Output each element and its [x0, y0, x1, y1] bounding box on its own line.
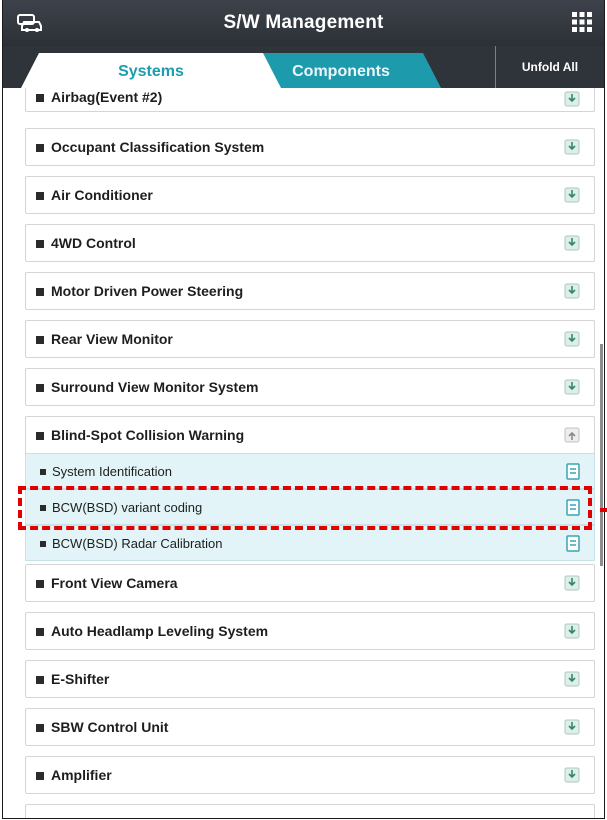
download-icon[interactable] — [564, 575, 580, 591]
page-title: S/W Management — [223, 12, 384, 33]
bullet-icon — [36, 772, 44, 780]
download-icon[interactable] — [564, 91, 580, 107]
document-icon[interactable] — [566, 535, 580, 552]
highlight-pointer — [600, 508, 607, 512]
sub-item-label: BCW(BSD) Radar Calibration — [52, 536, 223, 551]
item-label: Surround View Monitor System — [51, 379, 259, 395]
download-icon[interactable] — [564, 379, 580, 395]
item-label: Airbag(Event #2) — [51, 89, 163, 105]
item-label: E-Shifter — [51, 671, 110, 687]
app-header: S/W Management — [3, 0, 604, 46]
list-item-4wd-control[interactable]: 4WD Control — [25, 224, 595, 262]
item-label: Occupant Classification System — [51, 139, 265, 155]
list-item-amplifier[interactable]: Amplifier — [25, 756, 595, 794]
download-icon[interactable] — [564, 331, 580, 347]
bullet-icon — [36, 580, 44, 588]
sub-item-bcw-radar-calibration[interactable]: BCW(BSD) Radar Calibration — [25, 525, 595, 561]
item-label: Rear View Monitor — [51, 331, 173, 347]
download-icon[interactable] — [564, 767, 580, 783]
sub-item-label: BCW(BSD) variant coding — [52, 500, 203, 515]
sub-item-system-identification[interactable]: System Identification — [25, 453, 595, 489]
bullet-icon — [36, 724, 44, 732]
item-label: Auto Headlamp Leveling System — [51, 623, 269, 639]
systems-list: Airbag(Event #2) Occupant Classification… — [25, 88, 597, 818]
bullet-icon — [36, 94, 44, 102]
tab-bar: Components Systems Unfold All — [3, 46, 604, 88]
bullet-icon — [36, 432, 44, 440]
download-icon[interactable] — [564, 139, 580, 155]
download-icon[interactable] — [564, 283, 580, 299]
download-icon[interactable] — [564, 623, 580, 639]
download-icon[interactable] — [564, 719, 580, 735]
bullet-icon — [36, 336, 44, 344]
collapse-icon[interactable] — [564, 427, 580, 443]
list-item-blind-spot-collision-warning[interactable]: Blind-Spot Collision Warning — [25, 416, 595, 454]
bullet-icon — [36, 240, 44, 248]
item-label: Front View Camera — [51, 575, 178, 591]
bullet-icon — [36, 288, 44, 296]
list-item-auto-headlamp-leveling[interactable]: Auto Headlamp Leveling System — [25, 612, 595, 650]
item-label: Motor Driven Power Steering — [51, 283, 244, 299]
item-label: Air Conditioner — [51, 187, 153, 203]
document-icon[interactable] — [566, 463, 580, 480]
unfold-all-button[interactable]: Unfold All — [495, 46, 604, 88]
document-icon[interactable] — [566, 499, 580, 516]
bullet-icon — [40, 541, 46, 547]
bullet-icon — [36, 628, 44, 636]
list-item-mdps[interactable]: Motor Driven Power Steering — [25, 272, 595, 310]
grid-menu-icon[interactable] — [572, 12, 592, 32]
bullet-icon — [36, 144, 44, 152]
download-icon[interactable] — [564, 235, 580, 251]
bullet-icon — [36, 192, 44, 200]
sub-item-bcw-variant-coding[interactable]: BCW(BSD) variant coding — [25, 489, 595, 525]
list-item-rear-view-monitor[interactable]: Rear View Monitor — [25, 320, 595, 358]
list-item-airbag[interactable]: Airbag(Event #2) — [25, 88, 595, 112]
sub-item-label: System Identification — [52, 464, 172, 479]
list-item-front-view-camera[interactable]: Front View Camera — [25, 564, 595, 602]
item-label: SBW Control Unit — [51, 719, 169, 735]
download-icon[interactable] — [564, 671, 580, 687]
item-label: Blind-Spot Collision Warning — [51, 427, 245, 443]
list-item-e-shifter[interactable]: E-Shifter — [25, 660, 595, 698]
list-item-sbw-control-unit[interactable]: SBW Control Unit — [25, 708, 595, 746]
tab-systems[interactable]: Systems — [21, 53, 281, 88]
app-window: S/W Management Components Systems Unfold… — [2, 0, 605, 819]
bullet-icon — [40, 469, 46, 475]
download-icon[interactable] — [564, 187, 580, 203]
bullet-icon — [36, 676, 44, 684]
bullet-icon — [40, 505, 46, 511]
list-item-surround-view-monitor[interactable]: Surround View Monitor System — [25, 368, 595, 406]
item-label: Amplifier — [51, 767, 112, 783]
bullet-icon — [36, 384, 44, 392]
list-item-air-conditioner[interactable]: Air Conditioner — [25, 176, 595, 214]
scrollbar[interactable] — [600, 344, 603, 566]
list-item-partial — [25, 804, 595, 818]
item-label: 4WD Control — [51, 235, 136, 251]
list-item-occupant-classification[interactable]: Occupant Classification System — [25, 128, 595, 166]
